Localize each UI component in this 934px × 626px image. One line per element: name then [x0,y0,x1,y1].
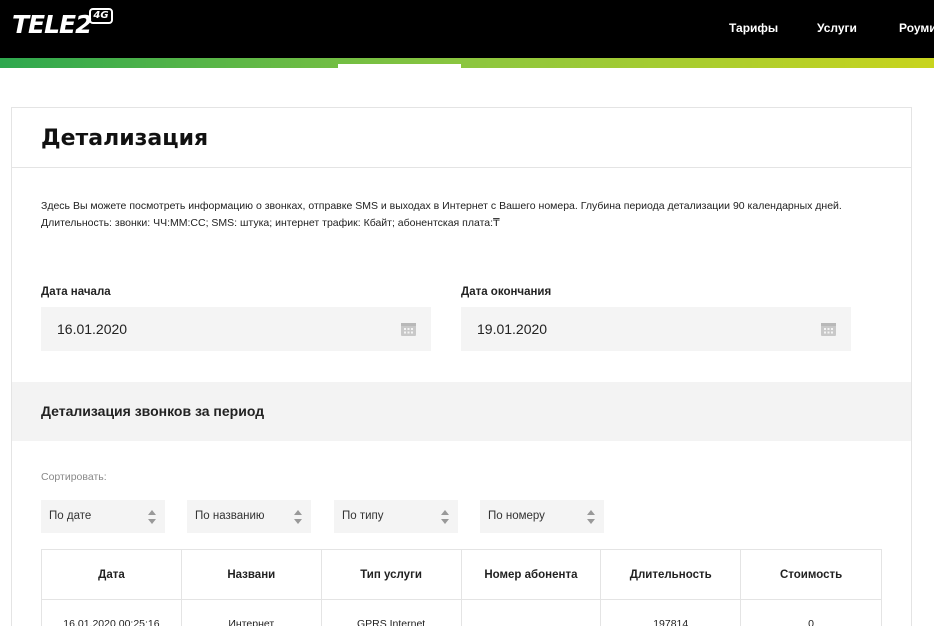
sort-option-label: По номеру [488,510,545,522]
sort-arrows-icon [148,510,156,524]
calendar-icon[interactable] [401,322,416,336]
start-date-label: Дата начала [41,286,111,298]
sort-arrows-icon [587,510,595,524]
end-date-input[interactable]: 19.01.2020 [461,307,851,351]
table-row: 16.01.2020 00:25:16 Интернет GPRS Intern… [41,599,882,626]
section-title: Детализация звонков за период [41,403,265,419]
nav-item-tariffs[interactable]: Тарифы [729,21,778,35]
sort-by-name-select[interactable]: По названию [187,500,311,533]
start-date-value: 16.01.2020 [57,321,128,337]
start-date-input[interactable]: 16.01.2020 [41,307,431,351]
cell-name: Интернет [181,599,322,626]
calendar-icon[interactable] [821,322,836,336]
sort-by-type-select[interactable]: По типу [334,500,458,533]
page-title: Детализация [41,126,209,151]
column-header-service-type[interactable]: Тип услуги [321,549,462,600]
column-header-date[interactable]: Дата [41,549,182,600]
active-tab-indicator [338,64,461,68]
cell-subscriber-number [461,599,602,626]
logo-4g-badge: 4G [89,8,113,24]
column-header-subscriber-number[interactable]: Номер абонента [461,549,602,600]
sort-arrows-icon [441,510,449,524]
column-header-duration[interactable]: Длительность [600,549,742,600]
table-header-row: Дата Названи Тип услуги Номер абонента Д… [41,549,882,600]
nav-item-roaming[interactable]: Роуминг [899,21,934,35]
end-date-value: 19.01.2020 [477,321,548,337]
accent-stripe [0,58,934,68]
intro-text: Здесь Вы можете посмотреть информацию о … [41,200,842,229]
sort-arrows-icon [294,510,302,524]
end-date-label: Дата окончания [461,286,552,298]
sort-option-label: По типу [342,510,384,522]
top-navigation-bar: TELE2 4G Тарифы Услуги Роуминг [0,0,934,58]
sort-by-number-select[interactable]: По номеру [480,500,604,533]
cell-cost: 0 [740,599,882,626]
divider [12,167,911,168]
sort-label: Сортировать: [41,471,107,483]
column-header-name[interactable]: Названи [181,549,322,600]
cell-duration: 197814 [600,599,742,626]
cell-date: 16.01.2020 00:25:16 [41,599,182,626]
sort-by-date-select[interactable]: По дате [41,500,165,533]
sort-option-label: По названию [195,510,265,522]
tele2-logo[interactable]: TELE2 4G [12,8,113,39]
cell-service-type: GPRS Internet [321,599,462,626]
details-card: Детализация Здесь Вы можете посмотреть и… [11,107,912,626]
logo-text: TELE2 [12,10,93,39]
column-header-cost[interactable]: Стоимость [740,549,882,600]
nav-item-services[interactable]: Услуги [817,21,857,35]
sort-option-label: По дате [49,510,92,522]
details-table: Дата Названи Тип услуги Номер абонента Д… [41,549,882,626]
calls-section-header: Детализация звонков за период [12,382,911,441]
